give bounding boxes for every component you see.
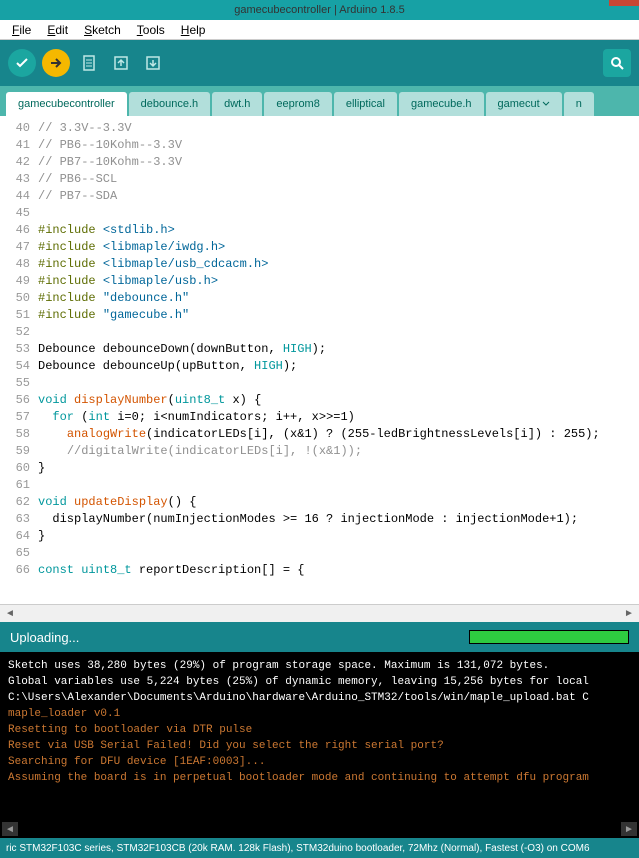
- status-text: Uploading...: [10, 630, 469, 645]
- menu-help[interactable]: Help: [173, 21, 214, 39]
- menubar: File Edit Sketch Tools Help: [0, 20, 639, 40]
- menu-tools[interactable]: Tools: [129, 21, 173, 39]
- menu-file[interactable]: File: [4, 21, 39, 39]
- console-hscrollbar[interactable]: ◄ ►: [0, 820, 639, 838]
- file-icon: [80, 54, 98, 72]
- titlebar: gamecubecontroller | Arduino 1.8.5: [0, 0, 639, 20]
- scroll-track[interactable]: [18, 607, 621, 621]
- status-bar: Uploading...: [0, 622, 639, 652]
- progress-fill: [470, 631, 628, 643]
- editor-hscrollbar[interactable]: ◄ ►: [0, 604, 639, 622]
- tab-dwt[interactable]: dwt.h: [212, 92, 262, 116]
- window-title: gamecubecontroller | Arduino 1.8.5: [234, 4, 404, 16]
- progress-bar: [469, 630, 629, 644]
- magnify-icon: [609, 55, 625, 71]
- menu-sketch[interactable]: Sketch: [76, 21, 129, 39]
- check-icon: [14, 55, 30, 71]
- console-scroll-left[interactable]: ◄: [2, 822, 18, 836]
- open-button[interactable]: [108, 50, 134, 76]
- verify-button[interactable]: [8, 49, 36, 77]
- tab-bar: gamecubecontroller debounce.h dwt.h eepr…: [0, 86, 639, 116]
- save-button[interactable]: [140, 50, 166, 76]
- arrow-down-icon: [144, 54, 162, 72]
- line-gutter: 40 41 42 43 44 45 46 47 48 49 50 51 52 5…: [0, 116, 36, 604]
- footer-board-info: ric STM32F103C series, STM32F103CB (20k …: [0, 838, 639, 858]
- arrow-right-icon: [48, 55, 64, 71]
- scroll-right-button[interactable]: ►: [621, 607, 637, 621]
- upload-button[interactable]: [42, 49, 70, 77]
- arrow-up-icon: [112, 54, 130, 72]
- menu-edit[interactable]: Edit: [39, 21, 76, 39]
- console-scroll-track[interactable]: [18, 822, 621, 836]
- tab-gamecubecontroller[interactable]: gamecubecontroller: [6, 92, 127, 116]
- serial-monitor-button[interactable]: [603, 49, 631, 77]
- console-scroll-right[interactable]: ►: [621, 822, 637, 836]
- tab-gamecut[interactable]: gamecut: [486, 92, 562, 116]
- toolbar: [0, 40, 639, 86]
- footer-text: ric STM32F103C series, STM32F103CB (20k …: [6, 843, 590, 854]
- chevron-down-icon: [542, 100, 550, 108]
- tab-gamecube[interactable]: gamecube.h: [399, 92, 484, 116]
- code-area[interactable]: // 3.3V--3.3V // PB6--10Kohm--3.3V // PB…: [36, 116, 639, 604]
- tab-elliptical[interactable]: elliptical: [334, 92, 397, 116]
- code-editor[interactable]: 40 41 42 43 44 45 46 47 48 49 50 51 52 5…: [0, 116, 639, 604]
- window-close-button[interactable]: [609, 0, 639, 6]
- tab-debounce[interactable]: debounce.h: [129, 92, 211, 116]
- tab-eeprom8[interactable]: eeprom8: [264, 92, 331, 116]
- scroll-left-button[interactable]: ◄: [2, 607, 18, 621]
- console-output[interactable]: Sketch uses 38,280 bytes (29%) of progra…: [0, 652, 639, 820]
- tab-overflow[interactable]: n: [564, 92, 594, 116]
- new-button[interactable]: [76, 50, 102, 76]
